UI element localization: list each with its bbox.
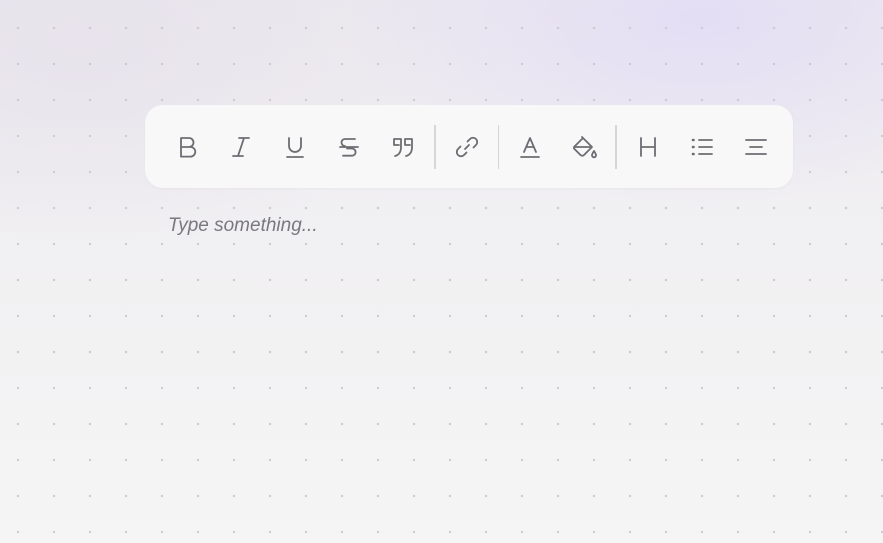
align-center-icon [744,138,767,155]
editor-placeholder: Type something... [168,215,318,236]
toolbar-separator [497,124,499,169]
toolbar-separator [615,124,617,169]
heading-button[interactable] [621,120,675,174]
text-color-icon [520,136,540,158]
editor-content[interactable]: Type something... [168,213,788,243]
link-button[interactable] [440,120,494,174]
highlight-button[interactable] [557,120,611,174]
list-icon [691,138,713,155]
strikethrough-button[interactable] [322,120,376,174]
text-color-button[interactable] [503,120,557,174]
bold-button[interactable] [160,120,214,174]
italic-button[interactable] [214,120,268,174]
paint-bucket-icon [573,135,597,158]
dot-grid-background [0,0,883,543]
bullet-list-button[interactable] [675,120,729,174]
underline-button[interactable] [268,120,322,174]
formatting-toolbar [145,105,793,188]
link-icon [455,136,478,157]
align-button[interactable] [729,120,783,174]
quote-icon [393,137,413,157]
quote-button[interactable] [376,120,430,174]
underline-icon [286,136,304,158]
italic-icon [232,136,250,157]
toolbar-separator [434,124,436,169]
bold-icon [180,136,197,157]
strikethrough-icon [339,137,359,157]
heading-icon [639,136,656,157]
